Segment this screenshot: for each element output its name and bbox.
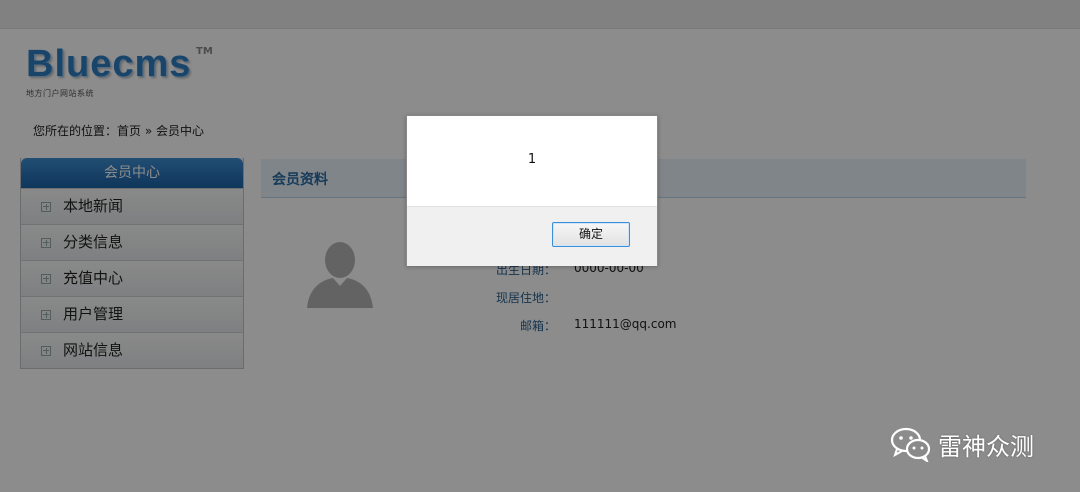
alert-message: 1	[527, 152, 537, 167]
watermark-text: 雷神众测	[938, 432, 1034, 461]
alert-dialog: 1 确定	[406, 115, 658, 266]
page: Bluecms TM 地方门户网站系统 您所在的位置：首页 » 会员中心 会员中…	[0, 0, 1080, 492]
alert-footer: 确定	[407, 206, 657, 266]
ok-button[interactable]: 确定	[552, 222, 630, 247]
wechat-icon	[890, 427, 931, 462]
watermark: 雷神众测	[890, 424, 1034, 464]
